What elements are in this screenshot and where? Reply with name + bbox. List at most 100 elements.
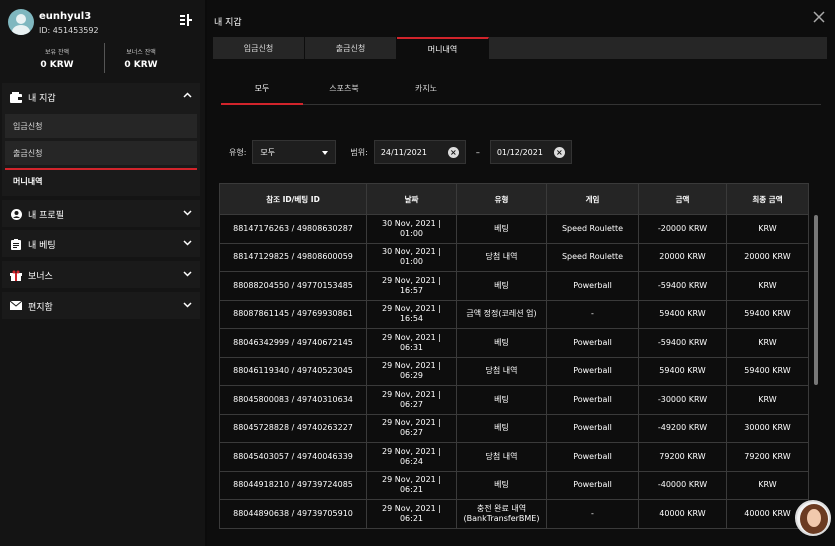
cell-date-text: 30 Nov, 2021 | — [381, 218, 442, 228]
nav-wallet-label: 내 지갑 — [28, 93, 56, 104]
cell-type-text: 베팅 — [494, 480, 509, 490]
date-from-input[interactable]: 24/11/2021 × — [373, 140, 466, 164]
cell-game: Speed Roulette — [546, 214, 639, 244]
sidebar-item-deposit[interactable]: 입금신청 — [5, 114, 197, 138]
menu-toggle-icon[interactable] — [179, 13, 193, 27]
cell-final-amount: KRW — [726, 470, 809, 500]
cell-game: Speed Roulette — [546, 242, 639, 272]
cell-date-text: 01:00 — [399, 257, 424, 267]
table-row[interactable]: 88045403057 / 49740046339 29 Nov, 2021 | 0… — [219, 442, 809, 472]
nav-wallet-header[interactable]: 내 지갑 — [2, 83, 200, 111]
cell-reference-id-text: 88147176263 / 49808630287 — [233, 223, 353, 233]
cell-type: 베팅 — [456, 271, 547, 301]
cell-amount-text: 59400 KRW — [659, 366, 706, 376]
column-header: 최종 금액 — [726, 183, 809, 215]
cell-final-amount: KRW — [726, 271, 809, 301]
type-filter-label: 유형: — [229, 147, 247, 157]
clear-date-from-icon[interactable]: × — [447, 146, 459, 158]
cell-game-text: Speed Roulette — [561, 223, 624, 233]
cell-amount: -20000 KRW — [638, 214, 727, 244]
cell-final-amount-text: 59400 KRW — [744, 309, 791, 319]
cell-date-text: 06:27 — [399, 399, 424, 409]
tab-withdraw[interactable]: 출금신청 — [305, 37, 397, 59]
nav-profile[interactable]: 내 프로필 — [2, 200, 200, 227]
profile-panel: eunhyul3 ID: 451453592 보유 잔액 0 KRW 보너스 잔… — [0, 0, 205, 82]
cell-amount: -59400 KRW — [638, 328, 727, 358]
table-row[interactable]: 88046119340 / 49740523045 29 Nov, 2021 | 0… — [219, 356, 809, 386]
sidebar-item-money-history[interactable]: 머니내역 — [5, 168, 197, 192]
support-agent-face — [807, 509, 821, 527]
cell-final-amount: KRW — [726, 214, 809, 244]
table-row[interactable]: 88044918210 / 49739724085 29 Nov, 2021 | 0… — [219, 470, 809, 500]
clear-date-to-icon[interactable]: × — [553, 146, 565, 158]
table-row[interactable]: 88088204550 / 49770153485 29 Nov, 2021 | 1… — [219, 271, 809, 301]
subtab-casino[interactable]: 카지노 — [385, 79, 467, 105]
cell-game: - — [546, 299, 639, 329]
history-table-container[interactable]: 참조 ID/베팅 ID 날짜 유형 게임 금액 최종 금액 8814717626… — [219, 183, 820, 538]
table-row[interactable]: 88147129825 / 49808600059 30 Nov, 2021 | 0… — [219, 242, 809, 272]
type-select[interactable]: 모두 — [252, 140, 337, 164]
nav-inbox-header[interactable]: 편지함 — [2, 292, 200, 320]
cell-amount-text: -40000 KRW — [657, 480, 708, 490]
cell-game-text: Powerball — [573, 480, 612, 490]
cell-reference-id-text: 88046119340 / 49740523045 — [233, 366, 353, 376]
chevron-down-icon — [183, 269, 192, 281]
cell-amount-text: -59400 KRW — [657, 280, 708, 290]
table-row[interactable]: 88045728828 / 49740263227 29 Nov, 2021 | 0… — [219, 413, 809, 443]
chevron-down-icon — [183, 238, 192, 250]
tab-money-history[interactable]: 머니내역 — [397, 37, 489, 59]
cell-date-text: 29 Nov, 2021 | — [381, 361, 442, 371]
cell-type-text: (BankTransferBME) — [463, 513, 540, 523]
nav-profile-header[interactable]: 내 프로필 — [2, 200, 200, 228]
column-header: 참조 ID/베팅 ID — [219, 183, 367, 215]
cell-date-text: 30 Nov, 2021 | — [381, 247, 442, 257]
cell-amount-text: -20000 KRW — [657, 223, 708, 233]
cell-amount-text: -30000 KRW — [657, 394, 708, 404]
nav-bonus-header[interactable]: 보너스 — [2, 261, 200, 289]
cell-final-amount-text: 20000 KRW — [744, 252, 791, 262]
close-icon[interactable] — [813, 11, 825, 26]
cell-amount: 59400 KRW — [638, 299, 727, 329]
user-id: ID: 451453592 — [39, 26, 99, 35]
cell-amount: -40000 KRW — [638, 470, 727, 500]
bonus-balance-value: 0 KRW — [124, 60, 158, 70]
table-row[interactable]: 88087861145 / 49769930861 29 Nov, 2021 | 1… — [219, 299, 809, 329]
date-from-value: 24/11/2021 — [380, 147, 427, 157]
cell-reference-id-text: 88088204550 / 49770153485 — [233, 280, 353, 290]
table-row[interactable]: 88044890638 / 49739705910 29 Nov, 2021 | 0… — [219, 499, 809, 529]
nav-my-bets[interactable]: 내 베팅 — [2, 230, 200, 257]
cell-type-text: 당첨 내역 — [485, 366, 518, 376]
cell-game: Powerball — [546, 413, 639, 443]
column-header: 날짜 — [366, 183, 457, 215]
cell-type-text: 베팅 — [494, 423, 509, 433]
cell-final-amount: 30000 KRW — [726, 413, 809, 443]
table-scrollbar[interactable] — [814, 215, 818, 385]
cell-reference-id-text: 88046342999 / 49740672145 — [233, 337, 353, 347]
user-avatar[interactable] — [8, 9, 34, 35]
nav-my-bets-header[interactable]: 내 베팅 — [2, 230, 200, 258]
column-header: 유형 — [456, 183, 547, 215]
table-row[interactable]: 88046342999 / 49740672145 29 Nov, 2021 | 0… — [219, 328, 809, 358]
cell-amount: -49200 KRW — [638, 413, 727, 443]
subtab-all[interactable]: 모두 — [221, 79, 303, 105]
category-subtabs: 모두 스포츠북 카지노 — [221, 79, 821, 105]
sidebar-item-withdraw[interactable]: 출금신청 — [5, 141, 197, 165]
sidebar-item-label: 출금신청 — [13, 148, 43, 158]
nav-bonus[interactable]: 보너스 — [2, 261, 200, 288]
support-chat-avatar[interactable] — [795, 500, 831, 536]
subtab-sportsbook[interactable]: 스포츠북 — [303, 79, 385, 105]
cell-date-text: 06:29 — [399, 371, 424, 381]
cell-game: - — [546, 499, 639, 529]
cell-type-text: 베팅 — [494, 337, 509, 347]
cell-amount: -59400 KRW — [638, 271, 727, 301]
cell-final-amount-text: KRW — [758, 223, 777, 233]
date-to-input[interactable]: 01/12/2021 × — [489, 140, 572, 164]
wallet-tabs: 입금신청 출금신청 머니내역 — [213, 37, 827, 59]
tab-deposit[interactable]: 입금신청 — [213, 37, 305, 59]
nav-inbox[interactable]: 편지함 — [2, 292, 200, 319]
cell-reference-id: 88045728828 / 49740263227 — [219, 413, 367, 443]
table-row[interactable]: 88147176263 / 49808630287 30 Nov, 2021 | 0… — [219, 214, 809, 244]
table-row[interactable]: 88045800083 / 49740310634 29 Nov, 2021 | 0… — [219, 385, 809, 415]
user-icon — [10, 208, 22, 220]
cell-game-text: Powerball — [573, 451, 612, 461]
